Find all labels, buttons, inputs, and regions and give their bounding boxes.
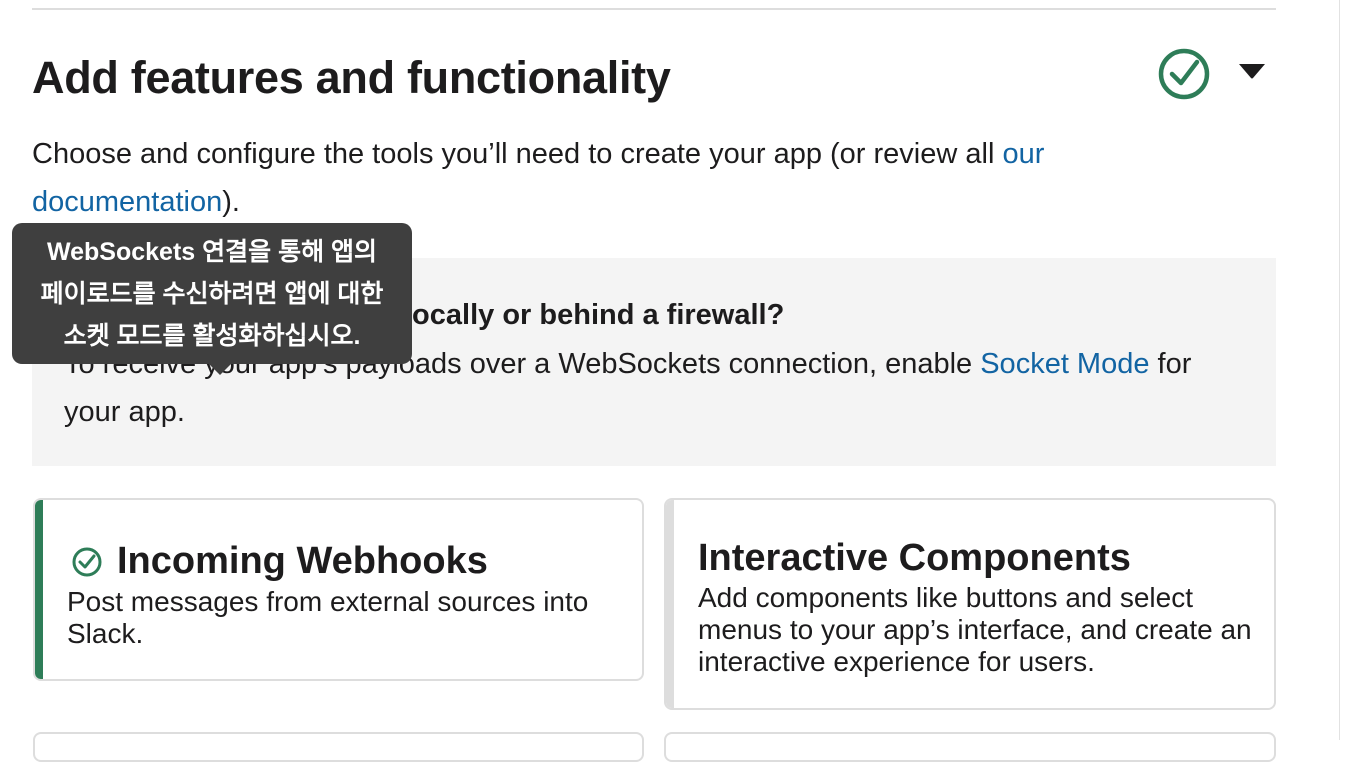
tooltip-line: WebSockets 연결을 통해 앱의 — [46, 238, 378, 266]
check-circle-icon — [72, 547, 102, 577]
tooltip-arrow — [209, 364, 231, 375]
caret-down-icon[interactable] — [1236, 60, 1268, 84]
feature-card-partial[interactable] — [33, 732, 644, 762]
tooltip-line: 소켓 모드를 활성화하십시오. — [63, 322, 361, 350]
feature-card-interactive-components[interactable]: Interactive Components Add components li… — [664, 498, 1276, 710]
card-accent-bar — [666, 500, 674, 708]
feature-card-partial[interactable] — [664, 732, 1276, 762]
socket-mode-link[interactable]: Socket Mode — [980, 348, 1149, 380]
card-title: Interactive Components — [698, 537, 1131, 579]
card-description: Post messages from external sources into… — [67, 586, 589, 649]
check-circle-icon — [1158, 48, 1210, 100]
card-accent-bar — [35, 500, 43, 679]
card-title: Incoming Webhooks — [117, 540, 488, 582]
section-title: Add features and functionality — [32, 52, 671, 103]
intro-text: Choose and configure the tools you’ll ne… — [32, 138, 1045, 218]
right-border — [1339, 0, 1340, 740]
section-divider — [32, 8, 1276, 10]
socket-mode-tooltip: WebSockets 연결을 통해 앱의 페이로드를 수신하려면 앱에 대한 소… — [12, 223, 412, 375]
card-description: Add components like buttons and select m… — [698, 582, 1252, 677]
tooltip-line: 페이로드를 수신하려면 앱에 대한 — [40, 280, 384, 308]
feature-card-incoming-webhooks[interactable]: Incoming Webhooks Post messages from ext… — [33, 498, 644, 681]
